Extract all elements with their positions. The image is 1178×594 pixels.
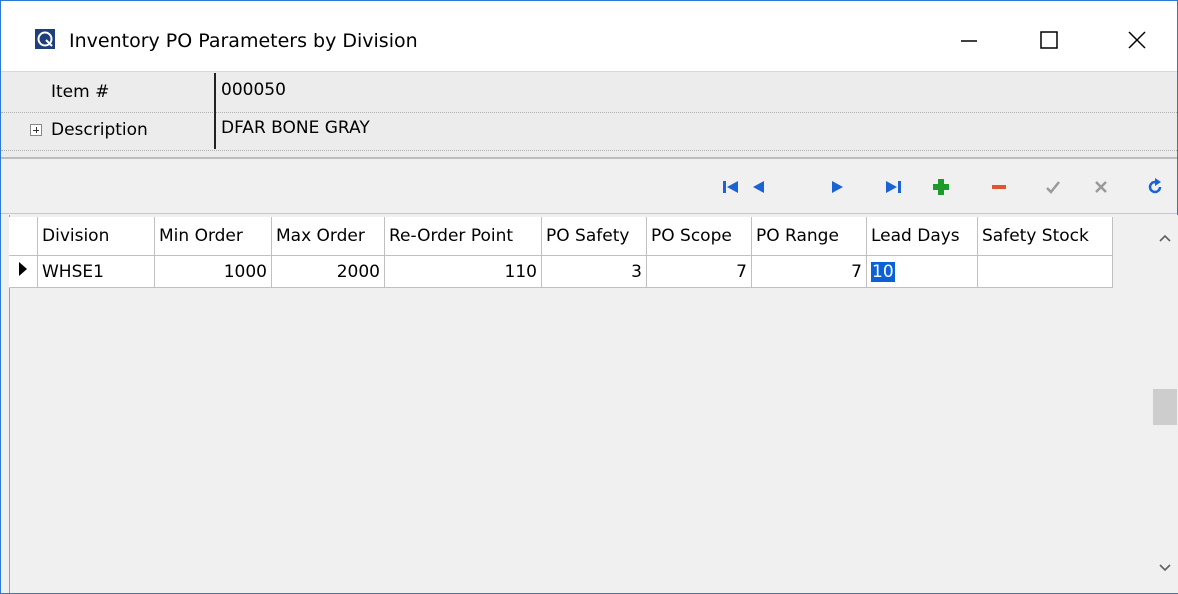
insert-record-button[interactable] [927, 173, 955, 201]
next-record-icon [832, 181, 843, 193]
item-row: Item # 000050 [1, 74, 1177, 113]
cell-po-scope[interactable]: 7 [646, 255, 752, 288]
post-icon [1046, 181, 1060, 194]
close-button[interactable] [1107, 15, 1167, 65]
cell-max-order[interactable]: 2000 [271, 255, 385, 288]
cell-min-order[interactable]: 1000 [154, 255, 272, 288]
delete-record-button[interactable] [985, 173, 1013, 201]
column-header-min-order[interactable]: Min Order [154, 217, 272, 256]
indicator-header [9, 217, 38, 256]
current-row-indicator [9, 255, 38, 288]
lead-days-editor[interactable]: 10 [871, 261, 895, 282]
window-title: Inventory PO Parameters by Division [69, 30, 418, 52]
item-header-panel: Item # 000050 Description DFAR BONE GRAY [1, 71, 1177, 158]
cell-po-range[interactable]: 7 [751, 255, 867, 288]
delete-icon [992, 185, 1006, 189]
app-logo-icon [35, 29, 55, 49]
close-icon [1128, 31, 1146, 49]
description-value[interactable]: DFAR BONE GRAY [221, 118, 370, 138]
prior-record-button[interactable] [745, 173, 773, 201]
last-record-button[interactable] [879, 173, 907, 201]
first-record-button[interactable] [717, 173, 745, 201]
minimize-icon [961, 40, 977, 42]
refresh-button[interactable] [1141, 173, 1169, 201]
cell-reorder-point[interactable]: 110 [384, 255, 542, 288]
column-header-division[interactable]: Division [37, 217, 155, 256]
last-record-icon [886, 181, 901, 193]
column-header-po-scope[interactable]: PO Scope [646, 217, 752, 256]
description-row: Description DFAR BONE GRAY [1, 112, 1177, 151]
item-label: Item # [51, 82, 110, 102]
maximize-icon [1040, 31, 1058, 49]
maximize-button[interactable] [1019, 15, 1079, 65]
navigator-toolbar [1, 159, 1177, 214]
prior-record-icon [753, 181, 764, 193]
cell-division[interactable]: WHSE1 [37, 255, 155, 288]
vertical-scrollbar[interactable] [1151, 217, 1177, 593]
refresh-icon [1148, 178, 1162, 194]
insert-icon [933, 179, 949, 195]
scroll-up-icon[interactable] [1158, 233, 1172, 243]
description-label: Description [51, 120, 148, 140]
header-divider [214, 73, 216, 149]
column-header-reorder-point[interactable]: Re-Order Point [384, 217, 542, 256]
column-header-po-range[interactable]: PO Range [751, 217, 867, 256]
column-header-safety-stock[interactable]: Safety Stock [977, 217, 1113, 256]
column-header-lead-days[interactable]: Lead Days [866, 217, 978, 256]
column-header-max-order[interactable]: Max Order [271, 217, 385, 256]
cell-lead-days[interactable]: 10 [866, 255, 978, 288]
title-bar[interactable]: Inventory PO Parameters by Division [1, 1, 1177, 71]
item-value[interactable]: 000050 [221, 80, 286, 100]
cancel-edit-button[interactable] [1087, 173, 1115, 201]
po-parameters-grid: Division Min Order Max Order Re-Order Po… [9, 217, 1113, 288]
grid-header-row: Division Min Order Max Order Re-Order Po… [9, 217, 1113, 256]
post-edit-button[interactable] [1039, 173, 1067, 201]
first-record-icon [723, 181, 738, 193]
column-header-po-safety[interactable]: PO Safety [541, 217, 647, 256]
cell-safety-stock[interactable] [977, 255, 1113, 288]
expand-icon[interactable] [30, 124, 42, 136]
cancel-icon [1095, 181, 1107, 193]
minimize-button[interactable] [939, 15, 999, 65]
row-pointer-icon [19, 262, 27, 276]
scroll-down-icon[interactable] [1158, 563, 1172, 573]
scroll-thumb[interactable] [1153, 389, 1177, 425]
app-window: Inventory PO Parameters by Division Item… [0, 0, 1178, 594]
next-record-button[interactable] [823, 173, 851, 201]
cell-po-safety[interactable]: 3 [541, 255, 647, 288]
table-row[interactable]: WHSE1 1000 2000 110 3 7 7 10 [9, 255, 1113, 288]
